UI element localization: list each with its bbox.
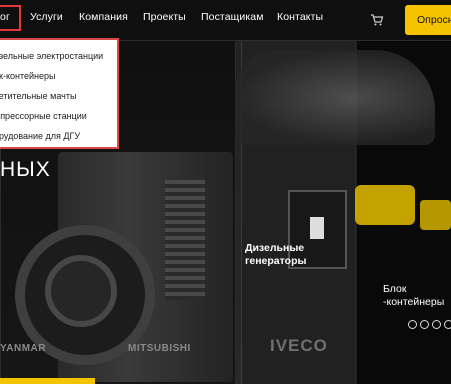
cylinder-dot (420, 320, 429, 329)
alternator-hub (45, 255, 117, 327)
category-label-line: Блок (383, 283, 407, 295)
category-label-block[interactable]: Блок -контейнеры (383, 283, 444, 309)
dropdown-item-compressor-stations[interactable]: мпрессорные станции (0, 111, 124, 121)
cart-icon[interactable] (370, 13, 384, 27)
category-label-diesel[interactable]: Дизельные генераторы (245, 242, 306, 268)
dropdown-item-light-towers[interactable]: ветительные мачты (0, 91, 124, 101)
cylinder-dot (432, 320, 441, 329)
engine-yellow-part (355, 185, 415, 225)
top-navigation: ог Услуги Компания Проекты Постащикам Ко… (0, 0, 451, 40)
catalog-dropdown: изельные электростанции ок-контейнеры ве… (0, 38, 119, 149)
breaker-switch (310, 217, 324, 239)
cylinder-dot (408, 320, 417, 329)
engine-yellow-part (420, 200, 451, 230)
nav-item-projects[interactable]: Проекты (143, 11, 186, 23)
dropdown-item-diesel-plants[interactable]: изельные электростанции (0, 51, 124, 61)
generator-grill (165, 180, 205, 300)
cylinder-dot (444, 320, 451, 329)
nav-item-contacts[interactable]: Контакты (277, 11, 323, 23)
questionnaire-button[interactable]: Опросн (405, 5, 451, 35)
hero-heading: НЫХ (0, 158, 51, 181)
nav-item-services[interactable]: Услуги (30, 11, 63, 23)
brand-logo-mitsubishi: MITSUBISHI (128, 343, 191, 354)
nav-item-suppliers[interactable]: Постащикам (201, 11, 264, 23)
category-label-line: генераторы (245, 255, 307, 267)
accent-bar (0, 378, 95, 384)
brand-logo-yanmar: YANMAR (0, 343, 46, 354)
engine-image (235, 50, 435, 145)
brand-logo-iveco: IVECO (270, 336, 328, 355)
nav-item-company[interactable]: Компания (79, 11, 128, 23)
dropdown-item-block-containers[interactable]: ок-контейнеры (0, 71, 124, 81)
nav-item-catalog[interactable]: ог (0, 11, 10, 23)
dropdown-item-dgu-equipment[interactable]: орудование для ДГУ (0, 131, 124, 141)
category-label-line: -контейнеры (383, 296, 445, 308)
category-label-line: Дизельные (245, 242, 305, 254)
